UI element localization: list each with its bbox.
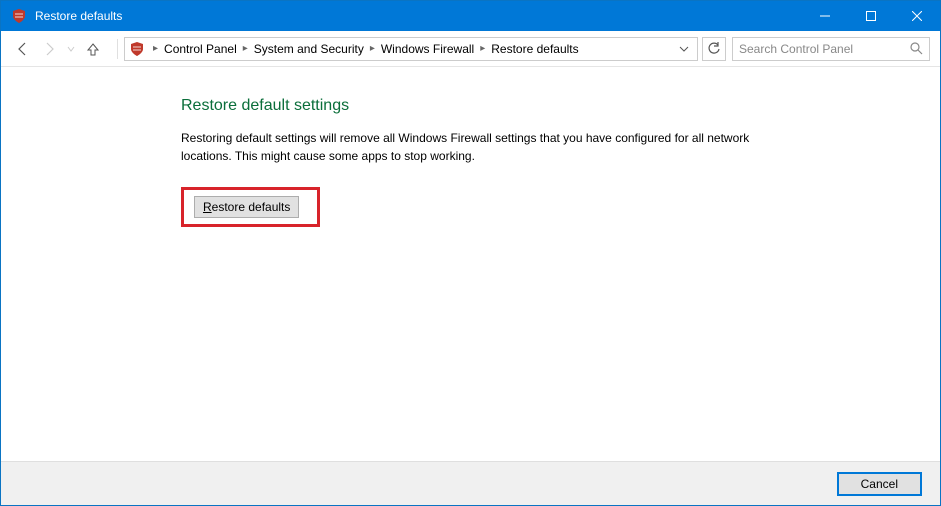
search-placeholder: Search Control Panel [739,42,910,56]
chevron-right-icon[interactable]: ▸ [151,43,160,54]
navbar: ▸ Control Panel ▸ System and Security ▸ … [1,31,940,67]
page-heading: Restore default settings [181,97,940,115]
breadcrumb-item[interactable]: System and Security [250,42,368,56]
refresh-button[interactable] [702,37,726,61]
window-title: Restore defaults [35,9,802,23]
forward-button[interactable] [37,37,61,61]
search-input[interactable]: Search Control Panel [732,37,930,61]
restore-defaults-button[interactable]: Restore defaults [194,196,299,218]
breadcrumb[interactable]: ▸ Control Panel ▸ System and Security ▸ … [124,37,698,61]
chevron-down-icon[interactable] [675,44,693,54]
chevron-right-icon[interactable]: ▸ [478,43,487,54]
page-description: Restoring default settings will remove a… [181,129,781,165]
close-button[interactable] [894,1,940,31]
maximize-button[interactable] [848,1,894,31]
recent-locations-dropdown-icon[interactable] [63,37,79,61]
titlebar: Restore defaults [1,1,940,31]
firewall-shield-icon [129,41,145,57]
back-button[interactable] [11,37,35,61]
content-area: Restore default settings Restoring defau… [1,67,940,461]
breadcrumb-item[interactable]: Windows Firewall [377,42,478,56]
breadcrumb-item[interactable]: Control Panel [160,42,241,56]
cancel-button[interactable]: Cancel [837,472,922,496]
search-icon [910,42,923,55]
minimize-button[interactable] [802,1,848,31]
breadcrumb-item[interactable]: Restore defaults [487,42,582,56]
divider [117,39,118,59]
firewall-shield-icon [11,8,27,24]
chevron-right-icon[interactable]: ▸ [368,43,377,54]
footer-bar: Cancel [1,461,940,505]
annotation-highlight: Restore defaults [181,187,320,227]
chevron-right-icon[interactable]: ▸ [241,43,250,54]
up-button[interactable] [81,37,105,61]
